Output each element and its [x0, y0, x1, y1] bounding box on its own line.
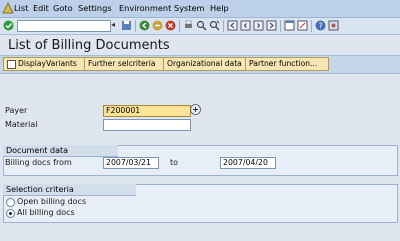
payer-label: Payer — [5, 106, 28, 115]
find-icon[interactable] — [196, 20, 207, 31]
find-next-icon[interactable] — [209, 20, 220, 31]
first-page-icon[interactable] — [227, 20, 238, 31]
all-billing-docs-label: All billing docs — [17, 208, 75, 217]
selection-criteria-title: Selection criteria — [3, 184, 136, 196]
material-label: Material — [5, 120, 38, 129]
exit-icon[interactable] — [152, 20, 163, 31]
menu-bar: List Edit Goto Settings Environment Syst… — [0, 0, 400, 18]
further-selcriteria-button[interactable]: Further selcriteria — [84, 57, 164, 71]
value-help-icon[interactable] — [190, 104, 201, 115]
print-icon[interactable] — [183, 20, 194, 31]
payer-field[interactable]: F200001 — [103, 105, 191, 117]
variants-icon — [7, 59, 16, 69]
billing-from-field[interactable]: 2007/03/21 — [103, 157, 159, 169]
all-billing-docs-radio[interactable] — [6, 209, 15, 218]
back-icon[interactable] — [139, 20, 150, 31]
organizational-data-button[interactable]: Organizational data — [163, 57, 247, 71]
menu-goto[interactable]: Goto — [53, 3, 73, 13]
page-title: List of Billing Documents — [8, 38, 170, 53]
material-field[interactable] — [103, 119, 191, 131]
last-page-icon[interactable] — [266, 20, 277, 31]
organizational-data-label: Organizational data — [167, 59, 242, 68]
toolbar-icons: ? — [0, 18, 400, 34]
display-variants-button[interactable]: DisplayVariants — [3, 57, 87, 71]
menu-help[interactable]: Help — [210, 3, 229, 13]
new-session-icon[interactable] — [284, 20, 295, 31]
menu-settings[interactable]: Settings — [78, 3, 112, 13]
next-page-icon[interactable] — [253, 20, 264, 31]
open-billing-docs-label: Open billing docs — [17, 197, 87, 206]
further-selcriteria-label: Further selcriteria — [88, 59, 156, 68]
billing-from-label: Billing docs from — [5, 158, 72, 167]
partner-function-label: Partner function... — [249, 59, 318, 68]
billing-to-field[interactable]: 2007/04/20 — [220, 157, 276, 169]
menu-icon[interactable] — [2, 2, 14, 14]
to-label: to — [170, 158, 179, 167]
menu-edit[interactable]: Edit — [33, 3, 49, 13]
shortcut-icon[interactable] — [297, 20, 308, 31]
menu-system[interactable]: System — [174, 3, 205, 13]
save-icon[interactable] — [121, 20, 132, 31]
help-icon[interactable]: ? — [315, 20, 326, 31]
menu-list[interactable]: List — [14, 3, 28, 13]
partner-function-button[interactable]: Partner function... — [245, 57, 329, 71]
menu-environment[interactable]: Environment — [119, 3, 171, 13]
display-variants-label: DisplayVariants — [18, 59, 77, 68]
document-data-title: Document data — [3, 145, 118, 157]
cancel-icon[interactable] — [165, 20, 176, 31]
layout-menu-icon[interactable] — [328, 20, 339, 31]
open-billing-docs-radio[interactable] — [6, 198, 15, 207]
svg-text:?: ? — [319, 22, 323, 31]
prev-page-icon[interactable] — [240, 20, 251, 31]
